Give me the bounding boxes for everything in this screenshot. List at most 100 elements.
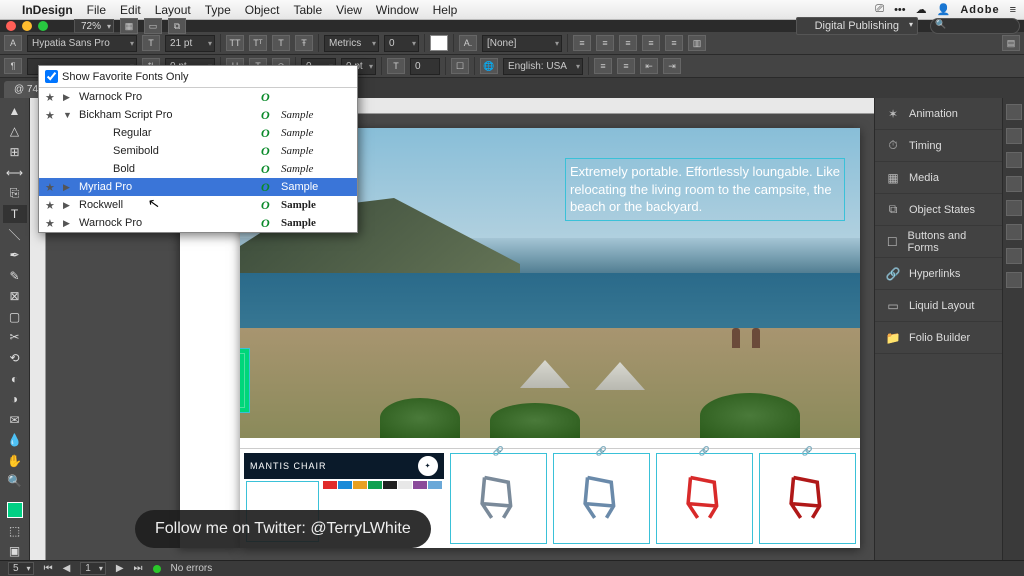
font-row[interactable]: BoldSample <box>39 160 357 178</box>
gradient-swatch-tool[interactable]: ◐ <box>3 370 27 388</box>
menu-edit[interactable]: Edit <box>120 3 141 17</box>
product-thumbnail[interactable]: 🔗 <box>553 453 650 544</box>
panel-hyperlinks[interactable]: 🔗Hyperlinks <box>875 258 1002 290</box>
fill-color-icon[interactable] <box>430 35 448 51</box>
font-row[interactable]: Myriad ProSample <box>39 178 357 196</box>
favorite-star-icon[interactable] <box>45 109 57 122</box>
paragraph-mode-icon[interactable]: ¶ <box>4 58 22 74</box>
allcaps-icon[interactable]: TT <box>226 35 244 51</box>
scissors-tool[interactable]: ✂ <box>3 329 27 347</box>
favorite-star-icon[interactable] <box>45 91 57 104</box>
panel-folio-builder[interactable]: 📁Folio Builder <box>875 322 1002 354</box>
align-left-icon[interactable]: ≡ <box>573 35 591 51</box>
justify-icon[interactable]: ≡ <box>642 35 660 51</box>
screen-mode-tool[interactable]: ▣ <box>3 542 27 560</box>
minimize-window-button[interactable] <box>22 21 32 31</box>
kerning-combo[interactable]: Metrics <box>324 35 379 52</box>
color-swatch[interactable] <box>368 481 382 489</box>
font-row[interactable]: Bickham Script ProSample <box>39 106 357 124</box>
page-nav-first-icon[interactable]: ⏮ <box>44 563 53 574</box>
align-center-icon[interactable]: ≡ <box>596 35 614 51</box>
content-collector-tool[interactable]: ⎘ <box>3 184 27 202</box>
columns-icon[interactable]: ▥ <box>688 35 706 51</box>
help-search-input[interactable] <box>930 18 1020 34</box>
page-nav-next-icon[interactable]: ▶ <box>116 563 124 574</box>
type-tool[interactable]: T <box>3 205 27 223</box>
panel-object-states[interactable]: ⧉Object States <box>875 194 1002 226</box>
color-swatch[interactable] <box>398 481 412 489</box>
menu-type[interactable]: Type <box>205 3 231 17</box>
font-row[interactable]: RockwellSample <box>39 196 357 214</box>
dock-icon[interactable] <box>1006 200 1022 216</box>
menu-view[interactable]: View <box>336 3 362 17</box>
favorite-star-icon[interactable] <box>45 199 57 212</box>
rectangle-frame-tool[interactable]: ⊠ <box>3 287 27 305</box>
dock-icon[interactable] <box>1006 272 1022 288</box>
screen-mode-icon[interactable]: ▭ <box>144 18 162 34</box>
hero-text-frame[interactable]: Extremely portable. Effortlessly loungab… <box>565 158 845 221</box>
color-swatch[interactable] <box>323 481 337 489</box>
strikethrough-icon[interactable]: Ŧ <box>295 35 313 51</box>
panel-animation[interactable]: ✶Animation <box>875 98 1002 130</box>
menu-window[interactable]: Window <box>376 3 419 17</box>
fill-stroke-swatch[interactable] <box>3 501 27 519</box>
color-swatch[interactable] <box>338 481 352 489</box>
show-favorites-checkbox[interactable]: Show Favorite Fonts Only <box>45 70 351 83</box>
font-row[interactable]: RegularSample <box>39 124 357 142</box>
font-row[interactable]: SemiboldSample <box>39 142 357 160</box>
font-row[interactable]: Warnock Pro <box>39 88 357 106</box>
panel-menu-icon[interactable]: ▤ <box>1002 35 1020 51</box>
gap-tool[interactable]: ⟷ <box>3 164 27 182</box>
page-nav-prev-icon[interactable]: ◀ <box>63 563 71 574</box>
menubar-dots-icon[interactable]: ••• <box>894 4 906 16</box>
menu-table[interactable]: Table <box>293 3 322 17</box>
font-row[interactable]: Warnock ProSample <box>39 214 357 232</box>
menubar-list-icon[interactable]: ≡ <box>1010 4 1016 16</box>
menubar-user-icon[interactable]: 👤 <box>937 3 951 16</box>
direct-selection-tool[interactable]: △ <box>3 123 27 141</box>
dock-icon[interactable] <box>1006 104 1022 120</box>
color-swatch[interactable] <box>413 481 427 489</box>
free-transform-tool[interactable]: ⟲ <box>3 349 27 367</box>
panel-timing[interactable]: ⏱Timing <box>875 130 1002 162</box>
menu-layout[interactable]: Layout <box>155 3 191 17</box>
zoom-tool[interactable]: 🔍 <box>3 473 27 491</box>
arrange-docs-icon[interactable]: ⧉ <box>168 18 186 34</box>
favorite-star-icon[interactable] <box>45 217 57 230</box>
dock-icon[interactable] <box>1006 128 1022 144</box>
language-combo[interactable]: English: USA <box>503 58 583 75</box>
green-object-frame[interactable] <box>240 348 250 413</box>
panel-liquid-layout[interactable]: ▭Liquid Layout <box>875 290 1002 322</box>
gradient-feather-tool[interactable]: ◑ <box>3 390 27 408</box>
dock-icon[interactable] <box>1006 176 1022 192</box>
stroke-color-icon[interactable]: ☐ <box>451 58 469 74</box>
bullets-icon[interactable]: ≡ <box>594 58 612 74</box>
menu-file[interactable]: File <box>87 3 106 17</box>
product-thumbnail[interactable]: 🔗 <box>656 453 753 544</box>
product-thumbnail[interactable]: 🔗 <box>450 453 547 544</box>
numbers-icon[interactable]: ≡ <box>617 58 635 74</box>
pen-tool[interactable]: ✒ <box>3 246 27 264</box>
dock-icon[interactable] <box>1006 224 1022 240</box>
pencil-tool[interactable]: ✎ <box>3 267 27 285</box>
menu-help[interactable]: Help <box>433 3 458 17</box>
expand-arrow-icon[interactable] <box>63 218 73 229</box>
superscript-icon[interactable]: T <box>272 35 290 51</box>
menubar-cloud-icon[interactable]: ☁ <box>916 3 927 16</box>
preflight-status-icon[interactable] <box>153 565 161 573</box>
character-mode-icon[interactable]: A <box>4 35 22 51</box>
dock-icon[interactable] <box>1006 248 1022 264</box>
panel-media[interactable]: ▦Media <box>875 162 1002 194</box>
baseline-field[interactable]: 0 <box>410 58 440 75</box>
workspace-switcher[interactable]: Digital Publishing <box>796 17 918 35</box>
selection-tool[interactable]: ▲ <box>3 102 27 120</box>
page-nav-last-icon[interactable]: ⏭ <box>134 563 143 574</box>
align-right-icon[interactable]: ≡ <box>619 35 637 51</box>
page-zoom-status[interactable]: 5 <box>8 562 34 575</box>
tracking-combo[interactable]: 0 <box>384 35 419 52</box>
menubar-camera-icon[interactable]: ⎚ <box>875 3 884 16</box>
view-options-icon[interactable]: ▦ <box>120 18 138 34</box>
hand-tool[interactable]: ✋ <box>3 452 27 470</box>
expand-arrow-icon[interactable] <box>63 182 73 193</box>
favorite-star-icon[interactable] <box>45 181 57 194</box>
